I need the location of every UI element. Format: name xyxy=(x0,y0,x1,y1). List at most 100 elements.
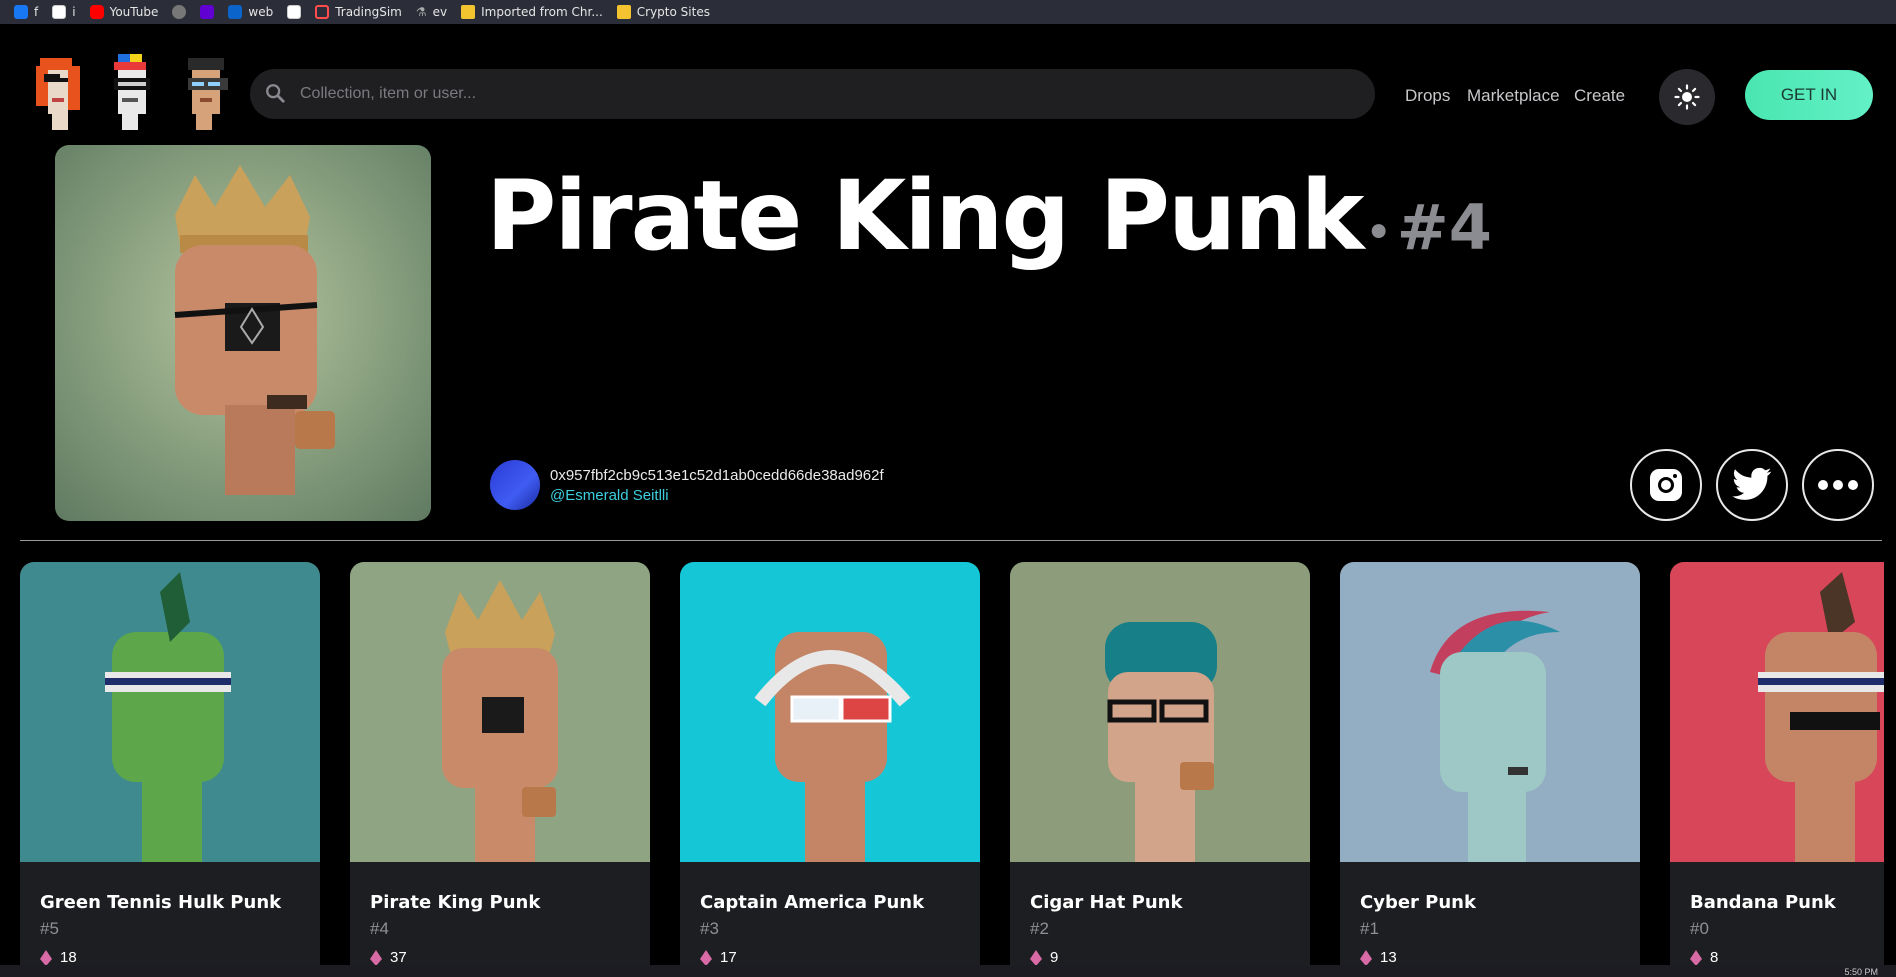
folder-icon xyxy=(616,5,631,19)
bookmark-label: TradingSim xyxy=(335,5,402,19)
hero-nft-image[interactable] xyxy=(55,145,431,521)
nft-card-image xyxy=(680,562,980,862)
bookmark-label: f xyxy=(34,5,39,19)
nft-card-name: Bandana Punk xyxy=(1690,892,1836,913)
sun-icon xyxy=(1674,84,1700,110)
section-divider xyxy=(20,540,1882,541)
token-number: #4 xyxy=(1396,191,1492,264)
title-separator: • xyxy=(1364,205,1393,261)
flask-icon: ⚗ xyxy=(415,5,427,19)
document-icon xyxy=(52,5,67,19)
search-icon xyxy=(266,84,285,103)
document-icon xyxy=(287,5,302,19)
nft-card[interactable]: Cyber Punk #1 13 xyxy=(1340,562,1640,972)
nft-card[interactable]: Bandana Punk #0 8 xyxy=(1670,562,1884,972)
twitter-button[interactable] xyxy=(1716,449,1788,521)
bookmark-doc[interactable] xyxy=(287,5,302,19)
nft-card-likes: 17 xyxy=(700,949,980,966)
twitter-icon xyxy=(1732,467,1772,500)
bookmark-i[interactable]: i xyxy=(52,5,76,19)
yahoo-icon xyxy=(200,5,215,19)
bookmark-label: ev xyxy=(432,5,448,19)
nft-card-id: #2 xyxy=(1030,919,1049,938)
bookmark-label: i xyxy=(72,5,76,19)
owner-address: 0x957fbf2cb9c513e1c52d1ab0cedd66de38ad96… xyxy=(550,466,884,484)
gem-icon xyxy=(1690,949,1702,966)
likes-count: 18 xyxy=(60,949,77,966)
bookmark-label: Crypto Sites xyxy=(636,5,710,19)
likes-count: 9 xyxy=(1050,949,1059,966)
nft-card-image xyxy=(350,562,650,862)
collection-cards: Green Tennis Hulk Punk #5 18 Pirate King… xyxy=(20,562,1884,972)
folder-icon xyxy=(461,5,476,19)
owner-info: 0x957fbf2cb9c513e1c52d1ab0cedd66de38ad96… xyxy=(490,460,884,510)
nft-card-name: Pirate King Punk xyxy=(370,892,541,913)
bookmark-label: Imported from Chr... xyxy=(481,5,603,19)
nft-card[interactable]: Cigar Hat Punk #2 9 xyxy=(1010,562,1310,972)
nft-card-image xyxy=(1670,562,1884,862)
nft-card-id: #0 xyxy=(1690,919,1709,938)
more-icon xyxy=(1818,480,1858,490)
nft-card-name: Cyber Punk xyxy=(1360,892,1476,913)
get-in-button[interactable]: GET IN xyxy=(1745,70,1873,120)
logo-punk-red-hair[interactable] xyxy=(32,54,84,130)
more-options-button[interactable] xyxy=(1802,449,1874,521)
bookmarks-bar: f i YouTube web TradingSim ⚗ ev Imported … xyxy=(0,0,1896,24)
outlook-icon xyxy=(228,5,243,19)
search-bar[interactable] xyxy=(250,69,1375,119)
globe-icon xyxy=(172,5,187,19)
facebook-icon xyxy=(14,5,28,19)
likes-count: 8 xyxy=(1710,949,1719,966)
nft-card-likes: 13 xyxy=(1360,949,1640,966)
nft-card[interactable]: Green Tennis Hulk Punk #5 18 xyxy=(20,562,320,972)
nft-card-id: #4 xyxy=(370,919,389,938)
nav-create[interactable]: Create xyxy=(1574,86,1625,106)
likes-count: 13 xyxy=(1380,949,1397,966)
nft-card-image xyxy=(1010,562,1310,862)
nft-card-name: Green Tennis Hulk Punk xyxy=(40,892,282,913)
tradingsim-icon xyxy=(315,5,330,19)
gem-icon xyxy=(700,949,712,966)
nft-card-likes: 37 xyxy=(370,949,650,966)
instagram-button[interactable] xyxy=(1630,449,1702,521)
nav-marketplace[interactable]: Marketplace xyxy=(1467,86,1560,106)
nft-card[interactable]: Pirate King Punk #4 37 xyxy=(350,562,650,972)
bookmark-tradingsim[interactable]: TradingSim xyxy=(315,5,402,19)
nft-card-likes: 9 xyxy=(1030,949,1310,966)
owner-avatar[interactable] xyxy=(490,460,540,510)
nft-card[interactable]: Captain America Punk #3 17 xyxy=(680,562,980,972)
bookmark-crypto-sites[interactable]: Crypto Sites xyxy=(616,5,710,19)
site-header: Drops Marketplace Create GET IN xyxy=(0,24,1896,144)
search-input[interactable] xyxy=(298,84,1375,104)
nft-card-image xyxy=(1340,562,1640,862)
nft-card-id: #1 xyxy=(1360,919,1379,938)
nft-card-id: #3 xyxy=(700,919,719,938)
nav-drops[interactable]: Drops xyxy=(1405,86,1450,106)
nft-card-likes: 18 xyxy=(40,949,320,966)
nft-card-image xyxy=(20,562,320,862)
theme-toggle-button[interactable] xyxy=(1659,69,1715,125)
hero-title-row: Pirate King Punk • #4 xyxy=(486,160,1492,280)
owner-username-link[interactable]: @Esmerald Seitlli xyxy=(550,487,884,504)
bookmark-ev[interactable]: ⚗ ev xyxy=(416,5,447,19)
youtube-icon xyxy=(89,5,104,19)
page-title: Pirate King Punk xyxy=(486,160,1364,272)
gem-icon xyxy=(40,949,52,966)
logo-punk-cap[interactable] xyxy=(106,54,158,130)
bookmark-globe[interactable] xyxy=(172,5,187,19)
taskbar xyxy=(0,965,1896,977)
bookmark-f[interactable]: f xyxy=(14,5,38,19)
bookmark-label: web xyxy=(248,5,274,19)
bookmark-web[interactable]: web xyxy=(228,5,273,19)
taskbar-clock: 5:50 PM xyxy=(1844,967,1878,977)
logo-punk-glasses[interactable] xyxy=(180,54,232,130)
gem-icon xyxy=(1360,949,1372,966)
bookmark-youtube[interactable]: YouTube xyxy=(89,5,158,19)
likes-count: 37 xyxy=(390,949,407,966)
nft-card-id: #5 xyxy=(40,919,59,938)
likes-count: 17 xyxy=(720,949,737,966)
nft-card-likes: 8 xyxy=(1690,949,1884,966)
bookmark-yahoo[interactable] xyxy=(200,5,215,19)
instagram-icon xyxy=(1650,469,1682,501)
bookmark-imported[interactable]: Imported from Chr... xyxy=(461,5,603,19)
